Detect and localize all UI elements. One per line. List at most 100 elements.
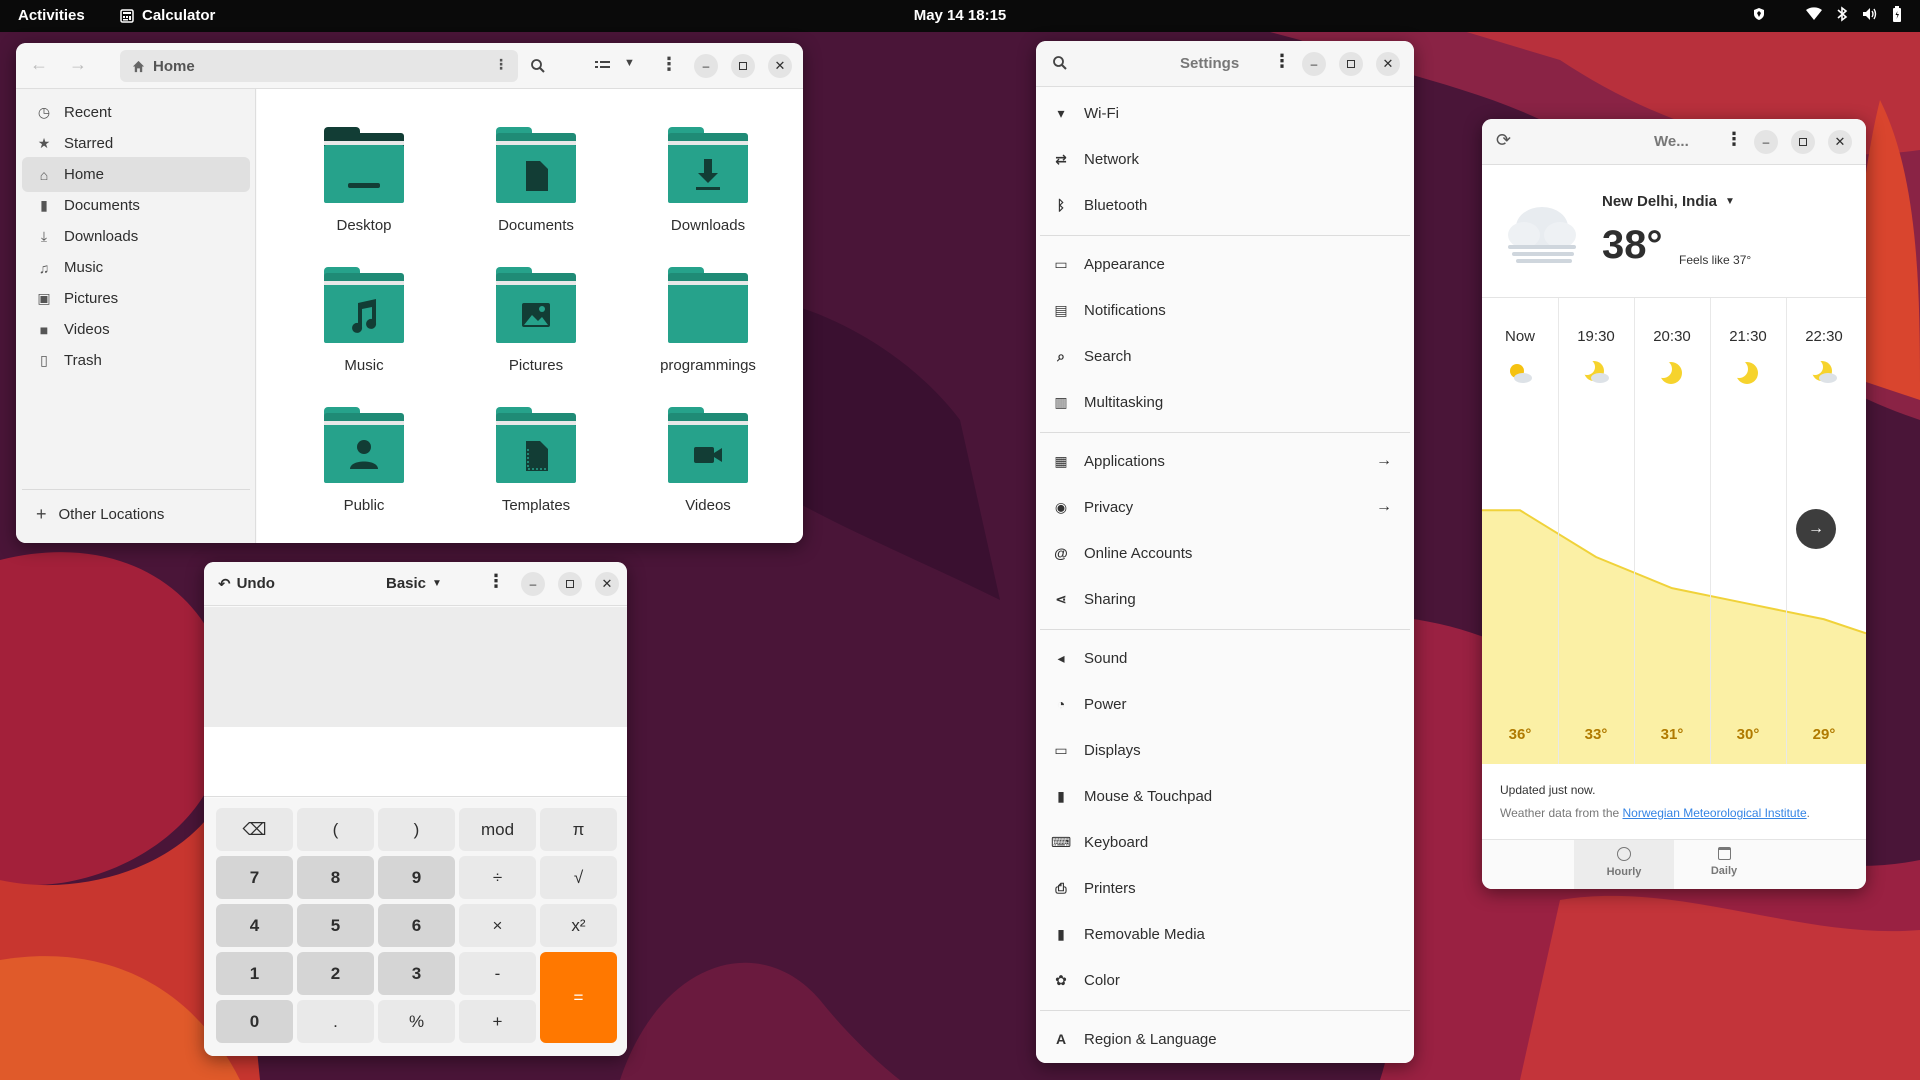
close-button[interactable]: ✕ — [1376, 52, 1400, 76]
folder-templates[interactable]: Templates — [450, 407, 622, 514]
settings-item-region-language[interactable]: A Region & Language — [1052, 1017, 1402, 1061]
digit-4-button[interactable]: 4 — [216, 904, 293, 947]
digit-1-button[interactable]: 1 — [216, 952, 293, 995]
folder-music[interactable]: Music — [278, 267, 450, 374]
settings-item-mouse-touchpad[interactable]: ▮ Mouse & Touchpad — [1052, 774, 1402, 818]
pi-button[interactable]: π — [540, 808, 617, 851]
add-button[interactable]: + — [459, 1000, 536, 1043]
equals-button[interactable]: = — [540, 952, 617, 1043]
digit-5-button[interactable]: 5 — [297, 904, 374, 947]
sidebar-item-recent[interactable]: ◷ Recent — [22, 95, 250, 130]
minimize-button[interactable]: – — [1302, 52, 1326, 76]
digit-7-button[interactable]: 7 — [216, 856, 293, 899]
digit-6-button[interactable]: 6 — [378, 904, 455, 947]
close-button[interactable]: ✕ — [1828, 130, 1852, 154]
undo-button[interactable]: ↶ Undo — [218, 575, 275, 593]
folder-desktop[interactable]: Desktop — [278, 127, 450, 234]
settings-item-appearance[interactable]: ▭ Appearance — [1052, 242, 1402, 286]
settings-item-color[interactable]: ✿ Color — [1052, 958, 1402, 1002]
sidebar-item-documents[interactable]: ▮ Documents — [22, 188, 250, 223]
folder-programmings[interactable]: programmings — [622, 267, 794, 374]
subtract-button[interactable]: - — [459, 952, 536, 995]
folder-videos[interactable]: Videos — [622, 407, 794, 514]
settings-item-notifications[interactable]: ▤ Notifications — [1052, 288, 1402, 332]
maximize-button[interactable] — [1339, 52, 1363, 76]
decimal-button[interactable]: . — [297, 1000, 374, 1043]
location-selector[interactable]: New Delhi, India ▼ — [1602, 193, 1735, 210]
digit-0-button[interactable]: 0 — [216, 1000, 293, 1043]
attribution-link[interactable]: Norwegian Meteorological Institute — [1623, 806, 1807, 820]
view-options-chevron-icon[interactable]: ▼ — [624, 57, 635, 69]
close-paren-button[interactable]: ) — [378, 808, 455, 851]
square-button[interactable]: x² — [540, 904, 617, 947]
digit-9-button[interactable]: 9 — [378, 856, 455, 899]
next-button[interactable]: → — [1796, 509, 1836, 549]
list-view-icon[interactable] — [595, 59, 611, 73]
settings-item-bluetooth[interactable]: ᛒ Bluetooth — [1052, 183, 1402, 227]
folder-public[interactable]: Public — [278, 407, 450, 514]
sidebar-item-other-locations[interactable]: + Other Locations — [22, 497, 250, 532]
sidebar-item-pictures[interactable]: ▣ Pictures — [22, 281, 250, 316]
multiply-button[interactable]: × — [459, 904, 536, 947]
folder-downloads[interactable]: Downloads — [622, 127, 794, 234]
sidebar-item-downloads[interactable]: ⤓ Downloads — [22, 219, 250, 254]
settings-item-printers[interactable]: ⎙ Printers — [1052, 866, 1402, 910]
main-menu-icon[interactable]: ⋮ — [660, 54, 678, 75]
mod-button[interactable]: mod — [459, 808, 536, 851]
mode-selector[interactable]: Basic ▼ — [386, 575, 442, 592]
maximize-button[interactable] — [1791, 130, 1815, 154]
weather-menu-icon[interactable]: ⋮ — [1725, 129, 1743, 150]
settings-item-sharing[interactable]: ⋖ Sharing — [1052, 577, 1402, 621]
activities-button[interactable]: Activities — [18, 7, 85, 24]
open-paren-button[interactable]: ( — [297, 808, 374, 851]
settings-item-removable-media[interactable]: ▮ Removable Media — [1052, 912, 1402, 956]
minimize-button[interactable]: – — [521, 572, 545, 596]
digit-8-button[interactable]: 8 — [297, 856, 374, 899]
settings-item-sound[interactable]: ◂ Sound — [1052, 636, 1402, 680]
sidebar-item-videos[interactable]: ■ Videos — [22, 312, 250, 347]
settings-item-multitasking[interactable]: ▥ Multitasking — [1052, 380, 1402, 424]
settings-item-keyboard[interactable]: ⌨ Keyboard — [1051, 820, 1402, 864]
folder-pictures[interactable]: Pictures — [450, 267, 622, 374]
settings-item-search[interactable]: ⌕ Search — [1052, 334, 1402, 378]
percent-button[interactable]: % — [378, 1000, 455, 1043]
app-menu-button[interactable]: Calculator — [120, 7, 215, 24]
sidebar-item-music[interactable]: ♫ Music — [22, 250, 250, 285]
settings-item-wi-fi[interactable]: ▾ Wi-Fi — [1052, 91, 1402, 135]
settings-item-applications[interactable]: ▦ Applications → — [1052, 439, 1402, 483]
sidebar-item-trash[interactable]: ▯ Trash — [22, 343, 250, 378]
calc-menu-icon[interactable]: ⋮ — [487, 571, 505, 592]
settings-item-power[interactable]: ◔ Power — [1052, 682, 1402, 726]
tab-hourly[interactable]: Hourly — [1574, 840, 1674, 889]
maximize-button[interactable] — [731, 54, 755, 78]
calc-input-field[interactable] — [204, 727, 627, 797]
settings-menu-icon[interactable]: ⋮ — [1273, 51, 1291, 72]
close-button[interactable]: ✕ — [595, 572, 619, 596]
path-bar[interactable]: Home ⋮ — [120, 50, 518, 82]
refresh-icon[interactable]: ⟳ — [1496, 130, 1511, 151]
sqrt-button[interactable]: √ — [540, 856, 617, 899]
sidebar-item-home[interactable]: ⌂ Home — [22, 157, 250, 192]
sidebar-item-starred[interactable]: ★ Starred — [22, 126, 250, 161]
search-icon[interactable] — [1052, 55, 1068, 71]
settings-item-displays[interactable]: ▭ Displays — [1052, 728, 1402, 772]
minimize-button[interactable]: – — [694, 54, 718, 78]
digit-2-button[interactable]: 2 — [297, 952, 374, 995]
settings-item-network[interactable]: ⇄ Network — [1052, 137, 1402, 181]
folder-documents[interactable]: Documents — [450, 127, 622, 234]
clock[interactable]: May 14 18:15 — [914, 7, 1007, 24]
path-menu-icon[interactable]: ⋮ — [494, 56, 508, 73]
minimize-button[interactable]: – — [1754, 130, 1778, 154]
divide-button[interactable]: ÷ — [459, 856, 536, 899]
back-icon[interactable]: ← — [30, 54, 48, 75]
tab-daily[interactable]: Daily — [1674, 840, 1774, 889]
settings-item-privacy[interactable]: ◉ Privacy → — [1052, 485, 1402, 529]
close-button[interactable]: ✕ — [768, 54, 792, 78]
forward-icon[interactable]: → — [69, 54, 87, 75]
search-icon[interactable] — [530, 58, 546, 74]
settings-item-online-accounts[interactable]: @ Online Accounts — [1052, 531, 1402, 575]
system-tray[interactable] — [1752, 6, 1902, 22]
maximize-button[interactable] — [558, 572, 582, 596]
digit-3-button[interactable]: 3 — [378, 952, 455, 995]
backspace-button[interactable]: ⌫ — [216, 808, 293, 851]
